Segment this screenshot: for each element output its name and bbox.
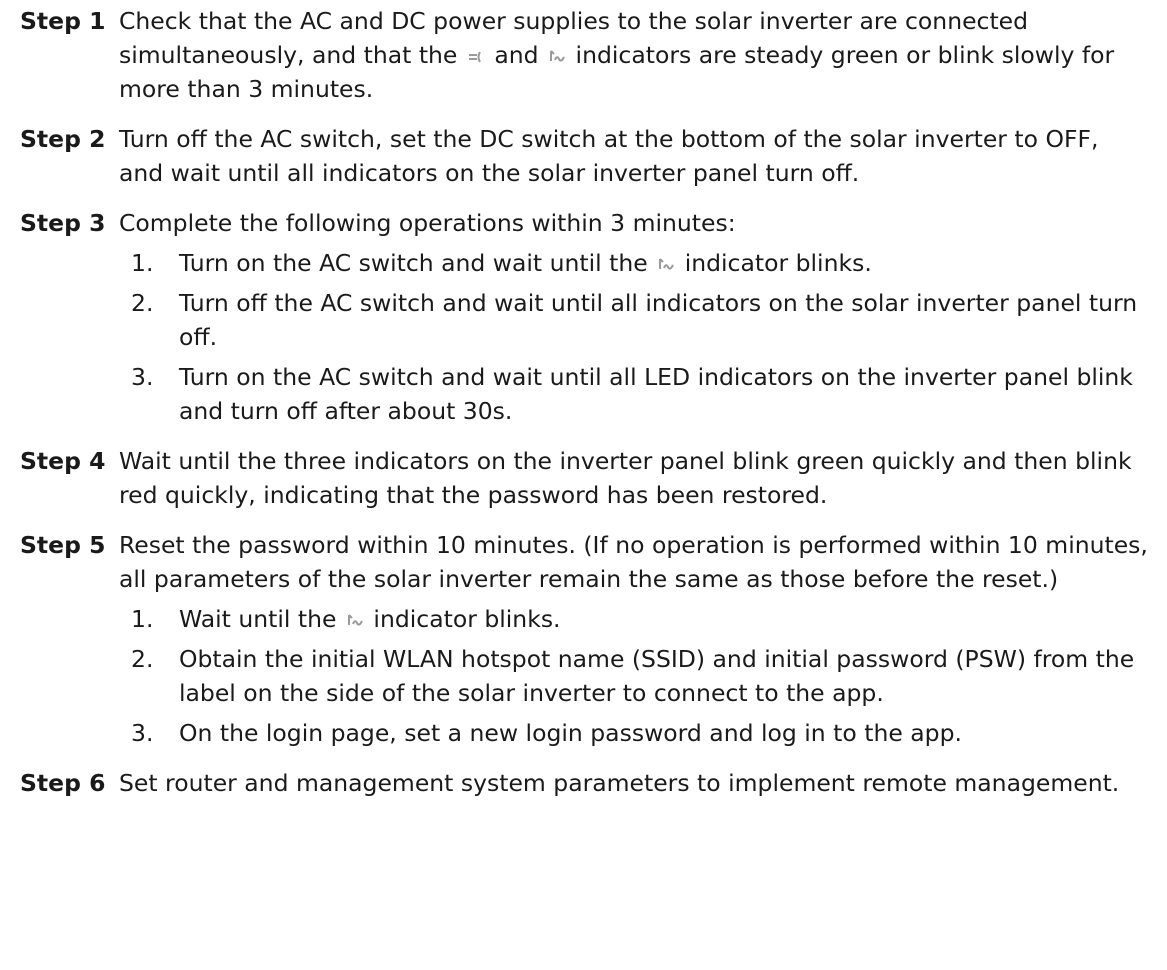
communication-indicator-icon (550, 50, 565, 62)
step-2: Step 2 Turn off the AC switch, set the D… (0, 122, 1167, 190)
substep-3-1: 1. Turn on the AC switch and wait until … (0, 246, 1167, 280)
substep-5-2: 2. Obtain the initial WLAN hotspot name … (0, 642, 1167, 710)
substep-text: Turn on the AC switch and wait until all… (179, 363, 1133, 425)
substep-3-3: 3. Turn on the AC switch and wait until … (0, 360, 1167, 428)
step-text: Set router and management system paramet… (119, 769, 1120, 797)
step-text: Check that the AC and DC power supplies … (119, 4, 1149, 106)
substep-number: 2. (131, 645, 154, 673)
substep-text: Obtain the initial WLAN hotspot name (SS… (179, 645, 1135, 707)
step-1: Step 1 Check that the AC and DC power su… (0, 4, 1167, 106)
substep-text: On the login page, set a new login passw… (179, 719, 962, 747)
step-label: Step 5 (20, 531, 106, 559)
step-label: Step 1 (20, 7, 106, 35)
substep-number: 1. (131, 605, 154, 633)
step-text-part: and (494, 41, 539, 69)
step-label: Step 3 (20, 209, 106, 237)
substep-text-part: indicator blinks. (684, 249, 872, 277)
substep-text-part: Turn on the AC switch and wait until the (179, 249, 648, 277)
substep-text: Wait until the indicator blinks. (179, 602, 1154, 636)
communication-indicator-icon (659, 258, 675, 270)
substep-text: Turn off the AC switch and wait until al… (179, 289, 1138, 351)
step-label: Step 4 (20, 447, 106, 475)
step-4: Step 4 Wait until the three indicators o… (0, 444, 1167, 512)
communication-indicator-icon (347, 614, 363, 626)
substep-5-1: 1. Wait until the indicator blinks. (0, 602, 1167, 636)
step-label: Step 2 (20, 125, 106, 153)
step-6: Step 6 Set router and management system … (0, 766, 1167, 800)
substep-number: 2. (131, 289, 154, 317)
grid-indicator-icon (468, 51, 481, 63)
step-5: Step 5 Reset the password within 10 minu… (0, 528, 1167, 596)
substep-number: 1. (131, 249, 154, 277)
step-text: Complete the following operations within… (119, 209, 736, 237)
step-text: Reset the password within 10 minutes. (I… (119, 531, 1148, 593)
substep-text-part: Wait until the (179, 605, 337, 633)
substep-text-part: indicator blinks. (373, 605, 561, 633)
substep-3-2: 2. Turn off the AC switch and wait until… (0, 286, 1167, 354)
substep-5-3: 3. On the login page, set a new login pa… (0, 716, 1167, 750)
step-label: Step 6 (20, 769, 106, 797)
step-3: Step 3 Complete the following operations… (0, 206, 1167, 240)
step-text: Wait until the three indicators on the i… (119, 447, 1132, 509)
substep-number: 3. (131, 363, 154, 391)
substep-number: 3. (131, 719, 154, 747)
step-text: Turn off the AC switch, set the DC switc… (119, 125, 1099, 187)
substep-text: Turn on the AC switch and wait until the… (179, 246, 1154, 280)
